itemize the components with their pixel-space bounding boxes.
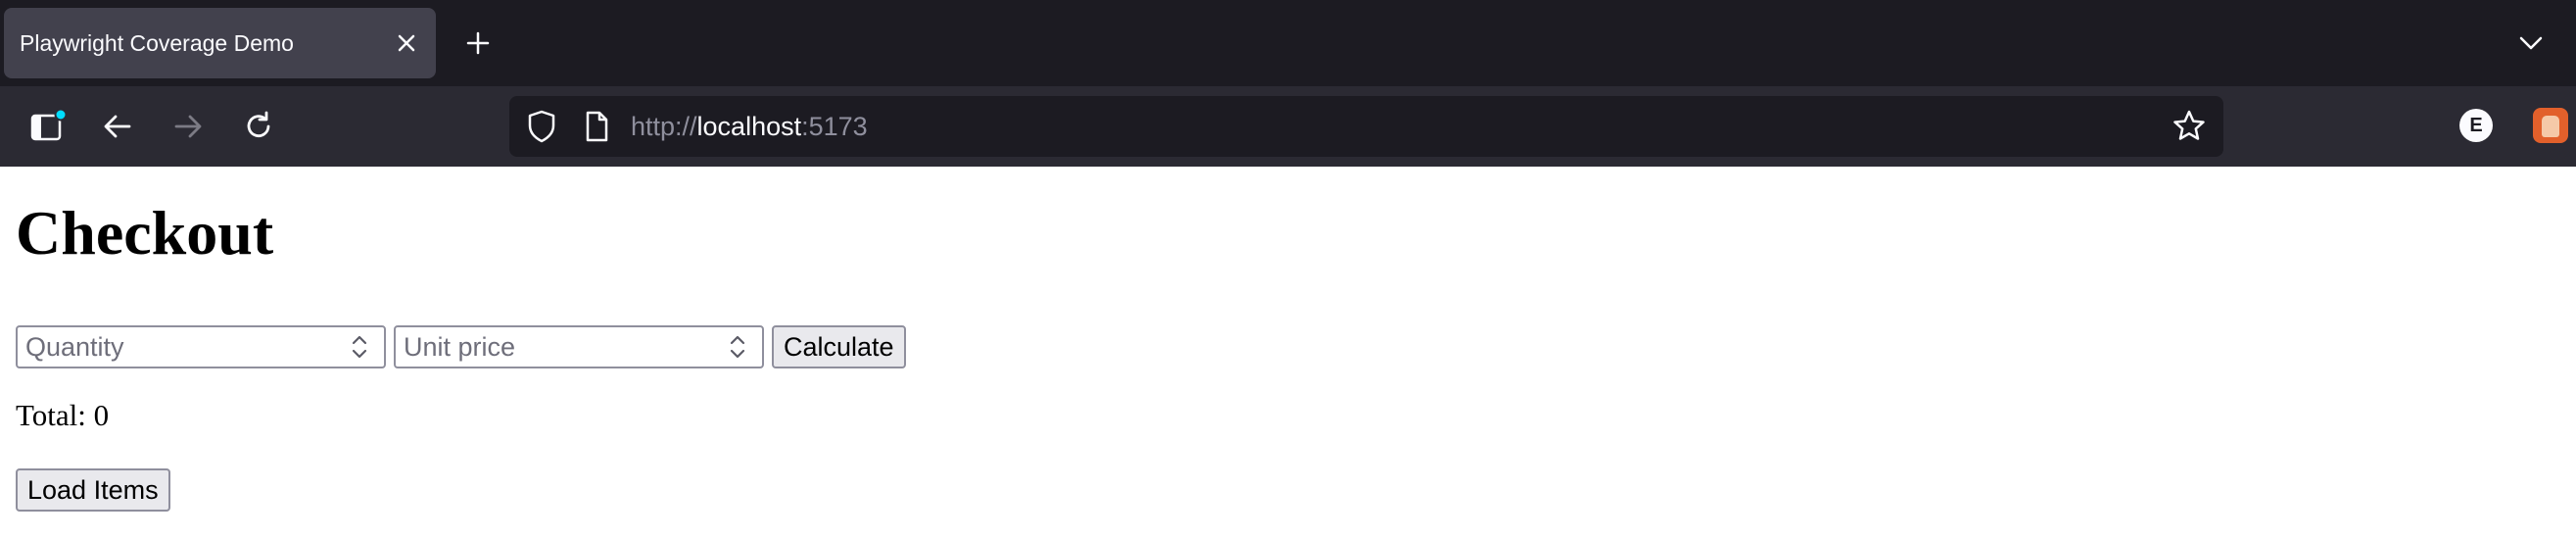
quantity-stepper[interactable] bbox=[343, 331, 376, 363]
url-host: localhost bbox=[696, 112, 802, 141]
page-icon[interactable] bbox=[576, 106, 617, 147]
close-icon[interactable] bbox=[389, 25, 424, 61]
extension-e-icon[interactable]: E bbox=[2459, 109, 2493, 142]
page-content: Checkout Calculate Total: 0 Load Items bbox=[0, 167, 2576, 539]
url-bar[interactable]: http://localhost:5173 bbox=[509, 96, 2223, 157]
tab-playwright-coverage-demo[interactable]: Playwright Coverage Demo bbox=[4, 8, 436, 78]
url-scheme: http:// bbox=[631, 112, 697, 141]
url-text[interactable]: http://localhost:5173 bbox=[631, 96, 868, 157]
unit-price-input[interactable] bbox=[394, 325, 764, 368]
unit-price-stepper[interactable] bbox=[721, 331, 754, 363]
nav-toolbar: http://localhost:5173 E bbox=[0, 86, 2576, 167]
page-title: Checkout bbox=[16, 198, 274, 268]
extension-icon[interactable] bbox=[2533, 108, 2568, 143]
tab-strip: Playwright Coverage Demo bbox=[0, 0, 2576, 86]
arrow-right-icon[interactable] bbox=[167, 106, 209, 147]
sidebar-icon[interactable] bbox=[26, 106, 68, 147]
plus-icon[interactable] bbox=[460, 25, 496, 61]
total-text: Total: 0 bbox=[16, 398, 110, 432]
load-items-button[interactable]: Load Items bbox=[16, 468, 170, 512]
star-icon[interactable] bbox=[2169, 106, 2210, 147]
url-port: :5173 bbox=[801, 112, 868, 141]
arrow-left-icon[interactable] bbox=[97, 106, 138, 147]
reload-icon[interactable] bbox=[238, 106, 279, 147]
shield-icon[interactable] bbox=[521, 106, 562, 147]
extension-glyph bbox=[2542, 116, 2559, 137]
quantity-input[interactable] bbox=[16, 325, 386, 368]
chevron-down-icon[interactable] bbox=[2513, 25, 2549, 61]
calculate-button[interactable]: Calculate bbox=[772, 325, 906, 368]
tab-title: Playwright Coverage Demo bbox=[20, 30, 294, 56]
